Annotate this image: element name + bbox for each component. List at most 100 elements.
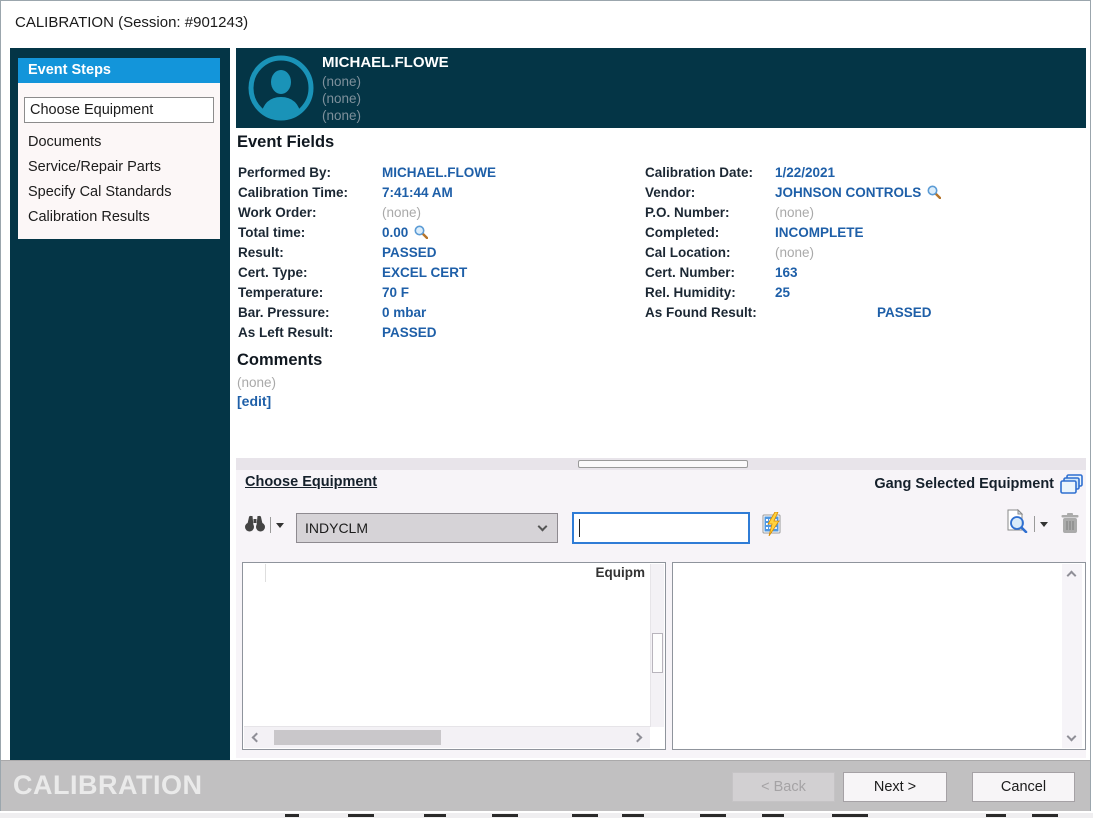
field-row: Cal Location:(none) <box>645 243 1085 263</box>
event-fields-left-column: Performed By:MICHAEL.FLOWE Calibration T… <box>238 163 638 343</box>
field-label: Work Order: <box>238 203 382 223</box>
footer-watermark: CALIBRATION <box>13 770 202 801</box>
field-label: Calibration Date: <box>645 163 775 183</box>
field-row: Calibration Date:1/22/2021 <box>645 163 1085 183</box>
field-value: INCOMPLETE <box>775 225 864 240</box>
field-label: Total time: <box>238 223 382 243</box>
trash-icon[interactable] <box>1060 512 1080 539</box>
artifact-dash <box>348 814 374 817</box>
event-steps-header: Event Steps <box>18 58 220 83</box>
field-label: Performed By: <box>238 163 382 183</box>
flash-edit-icon[interactable] <box>762 512 784 541</box>
back-button[interactable]: < Back <box>732 772 835 802</box>
selected-equipment-list[interactable] <box>672 562 1086 750</box>
user-name: MICHAEL.FLOWE <box>322 54 449 71</box>
field-value: 1/22/2021 <box>775 165 835 180</box>
field-value: (none) <box>775 205 814 220</box>
cancel-button[interactable]: Cancel <box>972 772 1075 802</box>
toolbar-separator <box>1034 516 1035 532</box>
field-label: Calibration Time: <box>238 183 382 203</box>
toolbar-separator <box>270 517 271 533</box>
field-row: Work Order:(none) <box>238 203 638 223</box>
scroll-left-arrow[interactable] <box>252 733 262 743</box>
field-value: JOHNSON CONTROLS <box>775 185 921 200</box>
sidebar-item-choose-equipment[interactable]: Choose Equipment <box>24 97 214 123</box>
person-icon <box>248 55 314 121</box>
comments-edit-link[interactable]: [edit] <box>237 393 271 409</box>
cascade-windows-icon[interactable] <box>1060 474 1084 501</box>
vertical-scrollbar[interactable] <box>650 564 664 727</box>
field-label: Cal Location: <box>645 243 775 263</box>
field-label: As Found Result: <box>645 303 775 323</box>
magnifier-icon[interactable] <box>927 185 941 205</box>
field-label: Result: <box>238 243 382 263</box>
artifact-dash <box>572 814 598 817</box>
column-header-equipment[interactable]: Equipm <box>596 565 646 580</box>
field-row: Total time:0.00 <box>238 223 638 243</box>
magnifier-icon[interactable] <box>414 225 428 245</box>
field-row: Completed:INCOMPLETE <box>645 223 1085 243</box>
field-value: MICHAEL.FLOWE <box>382 165 496 180</box>
scroll-down-arrow[interactable] <box>1067 732 1077 742</box>
scroll-right-arrow[interactable] <box>633 733 643 743</box>
comments-value: (none) <box>237 375 276 390</box>
scrollbar-thumb[interactable] <box>652 633 663 673</box>
comments-title: Comments <box>237 351 322 370</box>
artifact-dash <box>622 814 644 817</box>
field-label: Cert. Number: <box>645 263 775 283</box>
sidebar-item-service-repair-parts[interactable]: Service/Repair Parts <box>28 157 161 177</box>
user-subline: (none) <box>322 91 361 106</box>
field-row: Bar. Pressure:0 mbar <box>238 303 638 323</box>
gang-selected-equipment-label: Gang Selected Equipment <box>874 476 1054 492</box>
field-label: P.O. Number: <box>645 203 775 223</box>
field-row: Cert. Number:163 <box>645 263 1085 283</box>
chevron-down-icon <box>538 522 548 532</box>
field-label: Temperature: <box>238 283 382 303</box>
choose-equipment-title: Choose Equipment <box>245 474 377 490</box>
user-subline: (none) <box>322 74 361 89</box>
field-value: 7:41:44 AM <box>382 185 453 200</box>
field-label: Vendor: <box>645 183 775 203</box>
artifact-dash <box>424 814 446 817</box>
field-row: P.O. Number:(none) <box>645 203 1085 223</box>
sidebar-item-calibration-results[interactable]: Calibration Results <box>28 207 150 227</box>
field-value: 25 <box>775 285 790 300</box>
field-row: As Found Result:PASSED <box>645 303 1085 323</box>
scroll-up-arrow[interactable] <box>1067 571 1077 581</box>
event-steps-sidebar: Event Steps Choose Equipment Documents S… <box>10 48 230 760</box>
field-row: Cert. Type:EXCEL CERT <box>238 263 638 283</box>
field-row: Calibration Time:7:41:44 AM <box>238 183 638 203</box>
artifact-dash <box>1032 814 1058 817</box>
preview-options-dropdown-arrow[interactable] <box>1040 522 1048 527</box>
field-value: PASSED <box>382 245 437 260</box>
event-fields-title: Event Fields <box>237 133 334 152</box>
binoculars-icon[interactable] <box>244 514 266 537</box>
panel-splitter-handle[interactable] <box>578 460 748 468</box>
desktop-artifacts <box>0 813 1093 818</box>
window-title: CALIBRATION (Session: #901243) <box>15 14 248 31</box>
field-row: Performed By:MICHAEL.FLOWE <box>238 163 638 183</box>
vertical-scrollbar[interactable] <box>1062 564 1082 748</box>
scrollbar-thumb[interactable] <box>274 730 441 745</box>
equipment-results-list[interactable]: Equipm <box>242 562 666 750</box>
artifact-dash <box>986 814 1006 817</box>
next-button[interactable]: Next > <box>843 772 947 802</box>
field-value: (none) <box>382 205 421 220</box>
field-row: Temperature:70 F <box>238 283 638 303</box>
field-label: Cert. Type: <box>238 263 382 283</box>
document-magnifier-icon[interactable] <box>1004 509 1028 538</box>
footer-bar: CALIBRATION < Back Next > Cancel <box>1 760 1090 811</box>
equipment-search-input[interactable] <box>572 512 750 544</box>
artifact-dash <box>832 814 868 817</box>
horizontal-scrollbar[interactable] <box>244 726 650 748</box>
user-subline: (none) <box>322 108 361 123</box>
search-options-dropdown-arrow[interactable] <box>276 523 284 528</box>
equipment-type-dropdown-value: INDYCLM <box>305 520 368 536</box>
sidebar-item-specify-cal-standards[interactable]: Specify Cal Standards <box>28 182 171 202</box>
sidebar-item-documents[interactable]: Documents <box>28 132 101 152</box>
event-steps-card: Event Steps Choose Equipment Documents S… <box>18 58 220 239</box>
title-bar: CALIBRATION (Session: #901243) <box>1 1 1090 47</box>
text-caret <box>579 519 580 537</box>
equipment-type-dropdown[interactable]: INDYCLM <box>296 513 558 543</box>
field-value: (none) <box>775 245 814 260</box>
